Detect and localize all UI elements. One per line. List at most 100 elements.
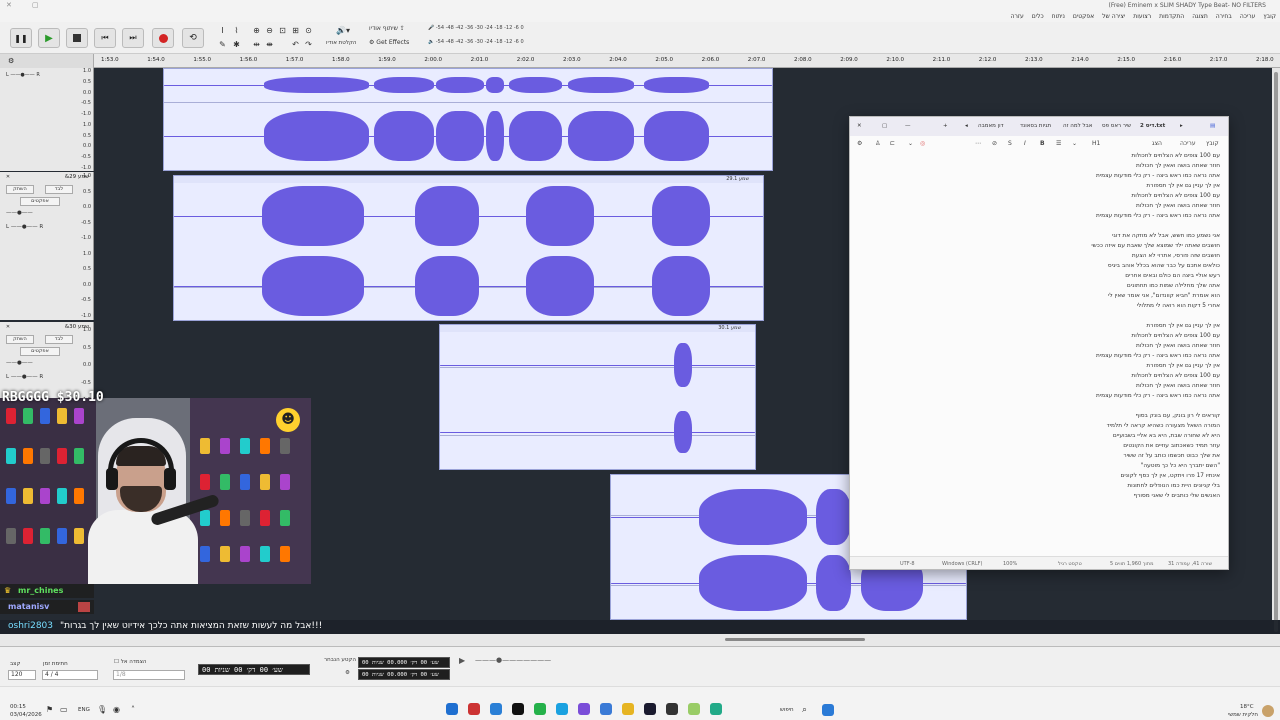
menu-edit[interactable]: עריכה [1180, 140, 1196, 147]
tab-scroll-right-icon[interactable]: ▸ [1180, 123, 1183, 129]
notepad-app-icon[interactable] [446, 703, 458, 715]
track-name[interactable]: שמע 30& [3, 324, 89, 333]
italic-icon[interactable]: I [1024, 140, 1026, 147]
envelope-tool-icon[interactable]: ⌇ [231, 25, 242, 36]
tab-sound-tags[interactable]: תגיות בסאונד [1020, 123, 1051, 129]
menu-item-4[interactable]: התקדמות [1155, 11, 1188, 22]
pan-slider[interactable]: L ——●—— R [6, 374, 43, 380]
loop-button[interactable]: ⟲ [182, 28, 204, 48]
record-meter[interactable]: 🔈 -54 -48 -42 -36 -30 -24 -18 -12 -6 0 [428, 39, 568, 49]
share-audio-button[interactable]: ⇪ שיתוף אודיו [369, 25, 405, 37]
volume-slider[interactable]: ——●—— [6, 360, 33, 366]
search-icon[interactable]: ⌕ [802, 705, 807, 715]
zoom-toggle-icon[interactable]: ⊙ [303, 25, 314, 36]
new-tab-icon[interactable]: + [943, 123, 948, 129]
play-button[interactable]: ▶ [38, 28, 60, 48]
clipboard-app-icon[interactable] [666, 703, 678, 715]
effects-button[interactable]: אפקטים [20, 347, 60, 356]
battery-icon[interactable]: ▭ [60, 705, 68, 714]
menu-view[interactable]: הצג [1152, 140, 1162, 147]
effects-button[interactable]: אפקטים [20, 197, 60, 206]
fit-selection-icon[interactable]: ⊡ [277, 25, 288, 36]
photo-app-icon[interactable] [688, 703, 700, 715]
menu-item-8[interactable]: ניתוח [1048, 11, 1069, 22]
settings-icon[interactable]: ⚙ [345, 670, 350, 676]
menu-item-7[interactable]: אפקטים [1069, 11, 1098, 22]
gain-slider[interactable]: L ——●—— R [6, 72, 86, 81]
playback-meter[interactable]: 🎤 -54 -48 -42 -36 -30 -24 -18 -12 -6 0 [428, 25, 568, 35]
pause-button[interactable]: ❚❚ [10, 28, 32, 48]
time-signature-input[interactable]: 4 / 4 [42, 670, 98, 680]
close-icon[interactable]: ✕ [6, 1, 12, 9]
taskbar-search[interactable]: חיפוש [780, 707, 794, 713]
pan-slider[interactable]: L ——●—— R [6, 224, 43, 230]
maximize-icon[interactable]: ▢ [882, 123, 887, 129]
horizontal-scrollbar[interactable] [0, 634, 1280, 646]
tempo-input[interactable]: 120 [8, 670, 36, 680]
close-icon[interactable]: ✕ [857, 123, 862, 129]
tab-diss-2[interactable]: דיס 2.txt [1140, 123, 1165, 129]
horizontal-scroll-thumb[interactable] [725, 638, 865, 641]
steam-app-icon[interactable] [644, 703, 656, 715]
terminal-app-icon[interactable] [512, 703, 524, 715]
zoom-out-icon[interactable]: ⊖ [264, 25, 275, 36]
fit-project-icon[interactable]: ⊞ [290, 25, 301, 36]
audio-clip-29[interactable]: שמע 29.1 [173, 175, 764, 321]
menu-file[interactable]: קובץ [1206, 140, 1219, 147]
menu-item-9[interactable]: כלים [1028, 11, 1048, 22]
redo-icon[interactable]: ↷ [303, 39, 314, 50]
tab-scroll-left-icon[interactable]: ◂ [965, 123, 968, 129]
account-icon[interactable]: ♙ [875, 140, 880, 147]
snip-icon[interactable]: ⊏ [890, 140, 895, 147]
notification-icon[interactable]: ⚑ [46, 705, 53, 714]
notepad-text-area[interactable]: עם 100 צופים לא הצלחים לחכולות חוזר שאתה … [850, 151, 1228, 556]
stop-button[interactable] [66, 28, 88, 48]
discord-app-icon[interactable] [556, 703, 568, 715]
tab-song-ras[interactable]: שיר ראס פס [1102, 123, 1131, 129]
audio-clip-1[interactable] [163, 68, 773, 171]
draw-tool-icon[interactable]: ✎ [217, 39, 228, 50]
record-app-icon[interactable] [468, 703, 480, 715]
settings-icon[interactable]: ⚙ [857, 140, 862, 147]
timeline-options-icon[interactable]: ⚙ [8, 57, 14, 65]
store-app-icon[interactable] [710, 703, 722, 715]
timeline-ruler[interactable]: ⚙ 1:53.0 1:54.0 1:55.0 1:56.0 1:57.0 1:58.0 1:… [0, 54, 1280, 68]
selection-end[interactable]: 00 שע׳ 00 דק׳ 00.000 שניות [358, 669, 450, 680]
audio-clip-30[interactable]: שמע 30.1 [439, 324, 756, 470]
chrome-app-icon[interactable] [600, 703, 612, 715]
maximize-icon[interactable]: ▢ [32, 1, 39, 9]
windows-start-icon[interactable] [822, 704, 834, 716]
folder-app-icon[interactable] [622, 703, 634, 715]
mute-button[interactable]: השתק [6, 185, 34, 194]
silence-icon[interactable]: ⇼ [264, 39, 275, 50]
bold-icon[interactable]: B [1040, 140, 1045, 147]
selection-start[interactable]: 00 שע׳ 00 דק׳ 00.000 שניות [358, 657, 450, 668]
tab-but-why[interactable]: אבל למה זה [1063, 123, 1092, 129]
time-display[interactable]: 00 שע׳ 00 דק׳ 00 שניות [198, 664, 310, 675]
solo-button[interactable]: לבד [45, 335, 73, 344]
menu-item-0[interactable]: קובץ [1259, 11, 1280, 22]
more-icon[interactable]: ⋯ [975, 140, 981, 147]
dropdown-icon[interactable]: ⌄ [908, 140, 913, 147]
menu-item-10[interactable]: עזרה [1007, 11, 1028, 22]
list-icon[interactable]: ☰ [1056, 140, 1061, 147]
link-icon[interactable]: ⊘ [992, 140, 997, 147]
selection-tool-icon[interactable]: I [217, 25, 228, 36]
tab-don-mamba[interactable]: דון מאמבה [978, 123, 1004, 129]
copilot-icon[interactable]: ◎ [920, 140, 925, 147]
tray-chevron-icon[interactable]: ˄ [131, 705, 135, 714]
get-effects-button[interactable]: ⚙ Get Effects [369, 39, 409, 51]
close-icon[interactable]: ✕ [3, 174, 13, 183]
game-app-icon[interactable] [578, 703, 590, 715]
audacity-app-icon[interactable] [490, 703, 502, 715]
menu-item-6[interactable]: יצירה של [1098, 11, 1129, 22]
skip-start-button[interactable]: ⏮ [94, 28, 116, 48]
record-button[interactable] [152, 28, 174, 48]
weather-icon[interactable] [1262, 705, 1274, 717]
close-icon[interactable]: ✕ [3, 324, 13, 333]
vertical-scrollbar[interactable] [1272, 68, 1280, 632]
menu-item-2[interactable]: בחירה [1212, 11, 1236, 22]
track-name[interactable]: שמע 29& [3, 174, 89, 183]
volume-slider[interactable]: ——●—— [6, 210, 33, 216]
zoom-in-icon[interactable]: ⊕ [251, 25, 262, 36]
